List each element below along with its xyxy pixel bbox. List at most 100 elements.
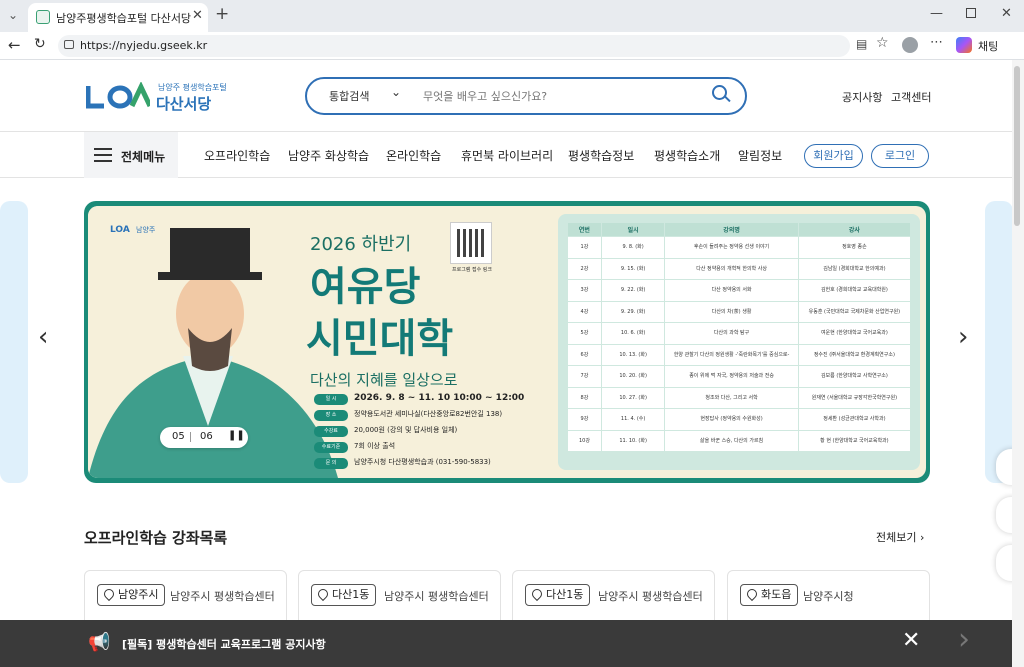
- schedule-cell: 김보름 (한양대학교 사학연구소): [797, 365, 912, 388]
- back-icon[interactable]: ←: [8, 36, 21, 54]
- schedule-cell: 2강: [567, 257, 602, 280]
- schedule-row: 9강 11. 4. (수) 현장답사 (정약용의 수원화성) 정세환 (성균관대학교 …: [567, 408, 912, 431]
- main-navigation: 전체메뉴 오프라인학습 남양주 화상학습 온라인학습 휴먼북 라이브러리 평생학…: [0, 132, 1012, 178]
- scrollbar-thumb[interactable]: [1014, 66, 1020, 226]
- megaphone-icon: 📢: [88, 632, 111, 653]
- notice-bar: 📢 [필독] 평생학습센터 교육프로그램 공지사항 ✕ ›: [0, 620, 1012, 667]
- schedule-row: 5강 10. 6. (화) 다산의 과학 탐구 여운현 (한양대학교 국어교육과): [567, 322, 912, 345]
- schedule-cell: 여운현 (한양대학교 국어교육과): [797, 322, 912, 345]
- schedule-cell: 10. 27. (화): [600, 386, 666, 409]
- schedule-row: 4강 9. 29. (화) 다산의 차(茶) 생활 유동훈 (국민대학교 국제차문화 …: [567, 300, 912, 323]
- browser-tab[interactable]: 남양주평생학습포털 다산서당 ✕: [28, 3, 208, 32]
- browser-address-bar: ← ↻ https://nyjedu.gseek.kr ▤ ☆ ⋯ 채팅: [0, 32, 1024, 60]
- svg-text:LOA: LOA: [110, 225, 130, 235]
- schedule-header-cell: 강사: [797, 222, 912, 237]
- nav-learning-info[interactable]: 평생학습정보: [568, 147, 634, 164]
- banner-info-label: 일 시: [314, 394, 348, 405]
- copilot-icon[interactable]: [956, 37, 972, 53]
- top-link-notice[interactable]: 공지사항: [842, 89, 882, 105]
- banner-info-list: 일 시 2026. 9. 8 ~ 11. 10 10:00 ~ 12:00 장 소 정…: [314, 393, 554, 473]
- schedule-row: 2강 9. 15. (화) 다산 정약용의 개혁적 한의학 사상 김남일 (경희대학교…: [567, 257, 912, 280]
- next-slide-peek: [985, 201, 1012, 483]
- view-all-link[interactable]: 전체보기 ›: [876, 529, 924, 545]
- notice-text[interactable]: [필독] 평생학습센터 교육프로그램 공지사항: [122, 636, 326, 652]
- schedule-cell: 한양 관찰기 다산의 정원생활 -'죽란화목기'를 중심으로-: [664, 343, 799, 366]
- schedule-cell: 다산 정약용의 개혁적 한의학 사상: [664, 257, 799, 280]
- schedule-table-box: 연번 일시 강의명 강사 1강 9. 8. (화) 후손이 들려주는 정약용 선생 이야기…: [558, 214, 920, 470]
- qr-caption: 프로그램 접수 링크: [452, 267, 492, 273]
- all-menu-button[interactable]: 전체메뉴: [84, 132, 178, 178]
- maximize-icon[interactable]: [966, 8, 976, 18]
- nav-notices[interactable]: 알림정보: [738, 147, 782, 164]
- location-tag: 다산1동: [525, 584, 591, 606]
- close-notice-icon[interactable]: ✕: [902, 628, 920, 653]
- banner-info-row: 수강료 20,000원 (강의 및 답사비용 일체): [314, 425, 554, 439]
- banner-info-value: 7회 이상 출석: [354, 442, 396, 450]
- schedule-cell: 1강: [567, 236, 602, 259]
- schedule-cell: 청조와 다산, 그리고 서학: [664, 386, 799, 409]
- close-tab-icon[interactable]: ✕: [192, 8, 203, 23]
- map-pin-icon: [101, 586, 117, 602]
- minimize-icon[interactable]: —: [930, 6, 943, 21]
- map-pin-icon: [744, 586, 760, 602]
- favorite-star-icon[interactable]: ☆: [876, 35, 889, 51]
- schedule-cell: 10강: [567, 429, 602, 452]
- search-input[interactable]: [423, 85, 693, 107]
- banner-info-row: 일 시 2026. 9. 8 ~ 11. 10 10:00 ~ 12:00: [314, 393, 554, 407]
- banner-info-row: 장 소 정약용도서관 세미나실(다산중앙로82번안길 138): [314, 409, 554, 423]
- carousel-next-icon[interactable]: ›: [958, 322, 968, 352]
- banner-info-row: 수료기준 7회 이상 출석: [314, 441, 554, 455]
- browser-tab-bar: ⌄ 남양주평생학습포털 다산서당 ✕ + — ✕: [0, 0, 1024, 32]
- nav-learning-intro[interactable]: 평생학습소개: [654, 147, 720, 164]
- cards-next-icon[interactable]: ›: [958, 622, 970, 657]
- signup-button[interactable]: 회원가입: [804, 144, 863, 168]
- schedule-row: 6강 10. 13. (화) 한양 관찰기 다산의 정원생활 -'죽란화목기'를 중…: [567, 343, 912, 366]
- counter-current: 05: [172, 431, 185, 442]
- reload-icon[interactable]: ↻: [34, 36, 46, 52]
- schedule-cell: 정수진 (㈜서울대학교 환경계획연구소): [797, 343, 912, 366]
- schedule-cell: 10. 20. (화): [600, 365, 666, 388]
- course-organizer: 남양주시 평생학습센터: [598, 590, 703, 603]
- schedule-row: 10강 11. 10. (화) 삶을 바꾼 스승, 다산의 가르침 황 현 (한양대학…: [567, 429, 912, 452]
- chat-button[interactable]: 채팅: [978, 38, 998, 54]
- more-menu-icon[interactable]: ⋯: [930, 35, 943, 50]
- logo-mark-icon: [86, 82, 150, 109]
- site-info-icon[interactable]: [64, 40, 74, 49]
- banner-logo: 남양주: [136, 226, 156, 234]
- schedule-row: 8강 10. 27. (화) 청조와 다산, 그리고 서학 원재연 (서울대학교 규장…: [567, 386, 912, 409]
- banner-title-line2: 시민대학: [306, 316, 454, 362]
- chevron-down-icon[interactable]: ⌄: [391, 85, 401, 99]
- profile-avatar[interactable]: [902, 37, 918, 53]
- nav-offline-learning[interactable]: 오프라인학습: [204, 147, 270, 164]
- site-viewport: 남양주 평생학습포털 다산서당 통합검색 ⌄ 공지사항 고객센터 전체메뉴 오프…: [0, 60, 1012, 667]
- url-field[interactable]: https://nyjedu.gseek.kr: [58, 35, 850, 57]
- schedule-row: 3강 9. 22. (화) 다산 정약용의 서화 김헌호 (경희대학교 교육대학원): [567, 279, 912, 302]
- counter-divider: [190, 432, 191, 442]
- site-logo[interactable]: 남양주 평생학습포털 다산서당: [86, 80, 236, 114]
- new-tab-icon[interactable]: +: [215, 4, 229, 24]
- schedule-cell: 삶을 바꾼 스승, 다산의 가르침: [664, 429, 799, 452]
- nav-online-learning[interactable]: 온라인학습: [386, 147, 441, 164]
- nav-humanbook-library[interactable]: 휴먼북 라이브러리: [461, 147, 553, 164]
- login-button[interactable]: 로그인: [871, 144, 929, 168]
- schedule-cell: 9. 22. (화): [600, 279, 666, 302]
- search-category-select[interactable]: 통합검색: [329, 88, 369, 104]
- top-link-support[interactable]: 고객센터: [891, 89, 931, 105]
- banner-info-value: 2026. 9. 8 ~ 11. 10 10:00 ~ 12:00: [354, 393, 525, 403]
- banner-info-value: 남양주시청 다산평생학습과 (031-590-5833): [354, 458, 491, 466]
- floating-button-2[interactable]: [996, 497, 1012, 533]
- schedule-cell: 김헌호 (경희대학교 교육대학원): [797, 279, 912, 302]
- schedule-cell: 김남일 (경희대학교 한의예과): [797, 257, 912, 280]
- reader-mode-icon[interactable]: ▤: [856, 37, 867, 51]
- promo-banner[interactable]: LOA 남양주 2026 하반기 여유당 시민대학 다산의 지혜를 일상으로 프…: [84, 201, 930, 483]
- schedule-cell: 9. 15. (화): [600, 257, 666, 280]
- nav-video-learning[interactable]: 남양주 화상학습: [288, 147, 369, 164]
- schedule-cell: 3강: [567, 279, 602, 302]
- floating-button-3[interactable]: [996, 545, 1012, 581]
- banner-info-label: 수료기준: [314, 442, 348, 453]
- carousel-prev-icon[interactable]: ‹: [38, 322, 48, 352]
- close-window-icon[interactable]: ✕: [1001, 6, 1012, 21]
- pause-icon[interactable]: ❚❚: [228, 430, 245, 441]
- tab-list-chevron-icon[interactable]: ⌄: [8, 8, 18, 22]
- schedule-cell: 6강: [567, 343, 602, 366]
